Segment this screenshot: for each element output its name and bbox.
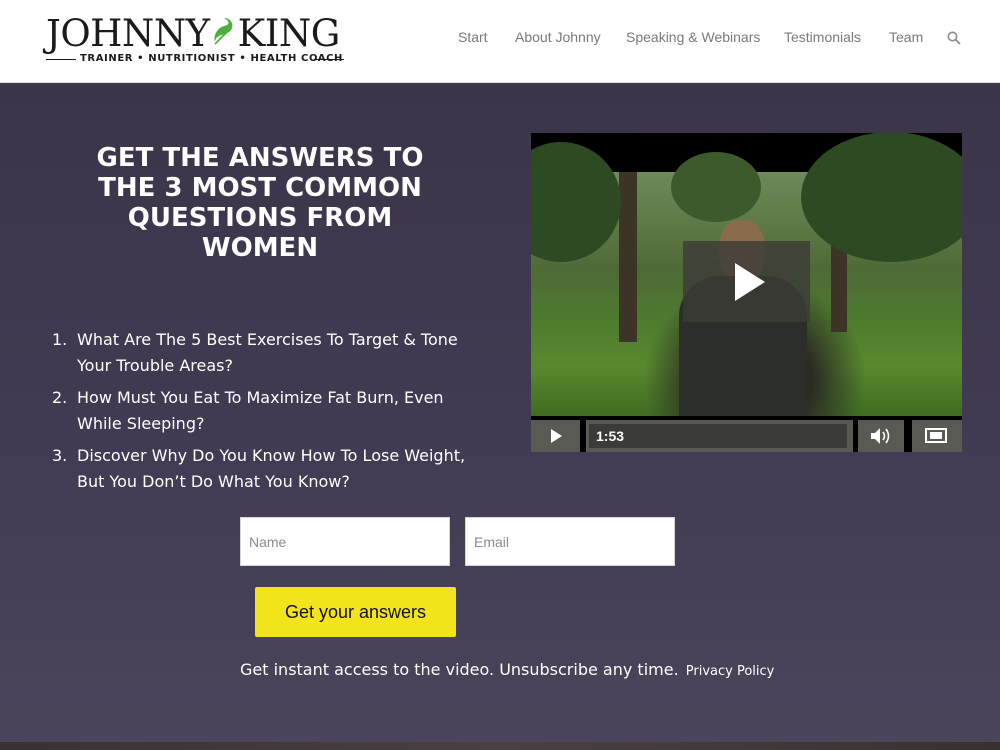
video-duration: 1:53	[596, 428, 625, 444]
name-input[interactable]	[240, 517, 450, 566]
nav-item-about-johnny[interactable]: About Johnny	[515, 29, 601, 45]
privacy-policy-link[interactable]: Privacy Policy	[686, 664, 775, 679]
main-nav: Start About Johnny Speaking & Webinars T…	[0, 29, 1000, 49]
list-item-number: 2.	[52, 388, 68, 407]
list-item: 3. Discover Why Do You Know How To Lose W…	[52, 443, 492, 495]
disclaimer: Get instant access to the video. Unsubsc…	[240, 660, 774, 679]
volume-button[interactable]	[858, 420, 904, 452]
tree-trunk	[619, 172, 637, 342]
hero-bottom-strip	[0, 742, 1000, 750]
tree-foliage	[671, 152, 761, 222]
video-player[interactable]: 1:53	[531, 133, 962, 452]
site-header: JOHNNY KING TRAINER • NUTRITIONIST • HEAL…	[0, 0, 1000, 83]
play-icon	[551, 429, 562, 443]
disclaimer-text: Get instant access to the video. Unsubsc…	[240, 660, 679, 679]
list-item-number: 3.	[52, 446, 68, 465]
tree-foliage	[531, 142, 621, 262]
email-input[interactable]	[465, 517, 675, 566]
logo-tagline: TRAINER • NUTRITIONIST • HEALTH COACH	[80, 53, 344, 64]
play-icon	[735, 263, 765, 301]
search-icon[interactable]	[947, 31, 961, 45]
hero-headline: GET THE ANSWERS TO THE 3 MOST COMMON QUE…	[96, 143, 424, 263]
fullscreen-icon	[925, 428, 947, 443]
logo-divider-right	[314, 59, 344, 60]
video-controls: 1:53	[531, 420, 962, 452]
list-item-text: What Are The 5 Best Exercises To Target …	[77, 330, 458, 375]
list-item-number: 1.	[52, 330, 68, 349]
nav-item-start[interactable]: Start	[458, 29, 488, 45]
nav-item-team[interactable]: Team	[889, 29, 923, 45]
list-item-text: How Must You Eat To Maximize Fat Burn, E…	[77, 388, 444, 433]
list-item: 1. What Are The 5 Best Exercises To Targe…	[52, 327, 492, 379]
volume-icon	[871, 428, 890, 444]
tree-foliage	[801, 133, 962, 262]
nav-item-testimonials[interactable]: Testimonials	[784, 29, 861, 45]
video-frame[interactable]	[531, 133, 962, 416]
get-answers-button[interactable]: Get your answers	[255, 587, 456, 637]
nav-item-speaking-webinars[interactable]: Speaking & Webinars	[626, 29, 760, 45]
progress-track[interactable]: 1:53	[589, 424, 847, 448]
question-list: 1. What Are The 5 Best Exercises To Targe…	[52, 327, 492, 501]
play-button[interactable]	[531, 420, 580, 452]
logo-divider-left	[46, 59, 76, 60]
list-item-text: Discover Why Do You Know How To Lose Wei…	[77, 446, 466, 491]
list-item: 2. How Must You Eat To Maximize Fat Burn,…	[52, 385, 492, 437]
big-play-button[interactable]	[683, 241, 810, 322]
progress-bar[interactable]: 1:53	[586, 420, 853, 452]
fullscreen-button[interactable]	[912, 420, 962, 452]
